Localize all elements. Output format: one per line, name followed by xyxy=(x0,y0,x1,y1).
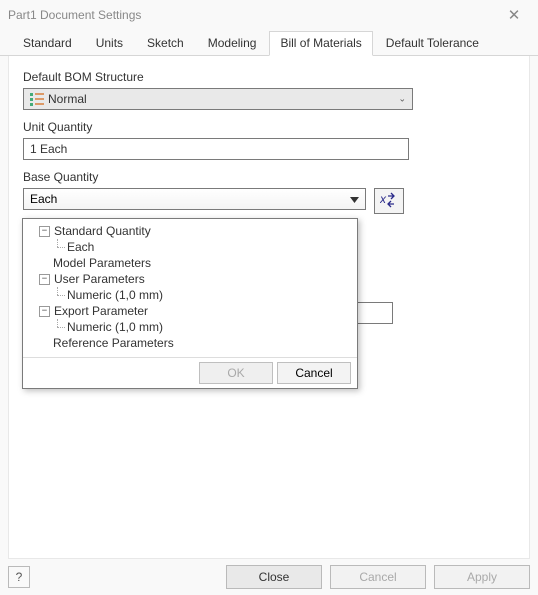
tree-body: − Standard Quantity Each Model Parameter… xyxy=(23,219,357,357)
cancel-button[interactable]: Cancel xyxy=(330,565,426,589)
svg-text:x: x xyxy=(380,192,387,206)
tree-item-user-parameters[interactable]: − User Parameters xyxy=(25,271,355,287)
apply-button[interactable]: Apply xyxy=(434,565,530,589)
dropdown-bom-structure[interactable]: Normal ⌄ xyxy=(23,88,413,110)
tab-units[interactable]: Units xyxy=(85,31,134,55)
tree-ok-button[interactable]: OK xyxy=(199,362,273,384)
tree-item-reference-parameters[interactable]: Reference Parameters xyxy=(25,335,355,351)
dropdown-triangle-icon xyxy=(350,192,359,206)
tree-item-label: User Parameters xyxy=(54,271,145,287)
fx-icon: x xyxy=(380,192,398,211)
label-unit-quantity: Unit Quantity xyxy=(23,120,515,134)
tree-item-label: Reference Parameters xyxy=(53,335,174,351)
tree-item-label: Standard Quantity xyxy=(54,223,151,239)
chevron-down-icon: ⌄ xyxy=(398,94,406,105)
input-unit-quantity[interactable]: 1 Each xyxy=(23,138,409,160)
button-fx-override[interactable]: x xyxy=(374,188,404,214)
combo-base-quantity[interactable]: Each xyxy=(23,188,366,210)
tree-item-label: Numeric (1,0 mm) xyxy=(67,287,163,303)
tab-sketch[interactable]: Sketch xyxy=(136,31,195,55)
tree-item-numeric-2[interactable]: Numeric (1,0 mm) xyxy=(25,319,355,335)
tab-standard[interactable]: Standard xyxy=(12,31,83,55)
tree-elbow-icon xyxy=(53,319,67,335)
label-base-quantity: Base Quantity xyxy=(23,170,515,184)
window-close-button[interactable]: ✕ xyxy=(498,3,530,27)
tree-item-label: Each xyxy=(67,239,94,255)
help-button[interactable]: ? xyxy=(8,566,30,588)
tree-toggle-icon[interactable]: − xyxy=(39,306,50,317)
combo-base-quantity-value: Each xyxy=(30,192,57,206)
tree-item-label: Model Parameters xyxy=(53,255,151,271)
tree-item-model-parameters[interactable]: Model Parameters xyxy=(25,255,355,271)
bom-structure-icon xyxy=(30,92,44,106)
tree-toggle-icon[interactable]: − xyxy=(39,226,50,237)
close-icon: ✕ xyxy=(508,6,521,24)
tree-item-numeric-1[interactable]: Numeric (1,0 mm) xyxy=(25,287,355,303)
tree-footer: OK Cancel xyxy=(23,357,357,388)
tree-item-label: Numeric (1,0 mm) xyxy=(67,319,163,335)
group-base-quantity: Base Quantity Each x xyxy=(23,170,515,214)
dialog-window: Part1 Document Settings ✕ Standard Units… xyxy=(0,0,538,595)
input-unit-quantity-value: 1 Each xyxy=(30,142,67,156)
tree-elbow-icon xyxy=(53,287,67,303)
close-button[interactable]: Close xyxy=(226,565,322,589)
tree-item-label: Export Parameter xyxy=(54,303,148,319)
window-title: Part1 Document Settings xyxy=(8,8,141,22)
group-bom-structure: Default BOM Structure Normal ⌄ xyxy=(23,70,515,110)
tree-cancel-button[interactable]: Cancel xyxy=(277,362,351,384)
titlebar: Part1 Document Settings ✕ xyxy=(0,0,538,30)
tab-default-tolerance[interactable]: Default Tolerance xyxy=(375,31,490,55)
group-unit-quantity: Unit Quantity 1 Each xyxy=(23,120,515,160)
tab-modeling[interactable]: Modeling xyxy=(197,31,268,55)
dialog-footer: ? Close Cancel Apply xyxy=(0,559,538,595)
help-icon: ? xyxy=(16,570,23,584)
tree-item-standard-quantity[interactable]: − Standard Quantity xyxy=(25,223,355,239)
tree-elbow-icon xyxy=(53,239,67,255)
label-bom-structure: Default BOM Structure xyxy=(23,70,515,84)
tree-item-each[interactable]: Each xyxy=(25,239,355,255)
tree-popup: − Standard Quantity Each Model Parameter… xyxy=(22,218,358,389)
tree-toggle-icon[interactable]: − xyxy=(39,274,50,285)
dropdown-bom-structure-value: Normal xyxy=(48,92,87,106)
tabstrip: Standard Units Sketch Modeling Bill of M… xyxy=(0,30,538,56)
tab-bill-of-materials[interactable]: Bill of Materials xyxy=(269,31,372,56)
tree-item-export-parameter[interactable]: − Export Parameter xyxy=(25,303,355,319)
